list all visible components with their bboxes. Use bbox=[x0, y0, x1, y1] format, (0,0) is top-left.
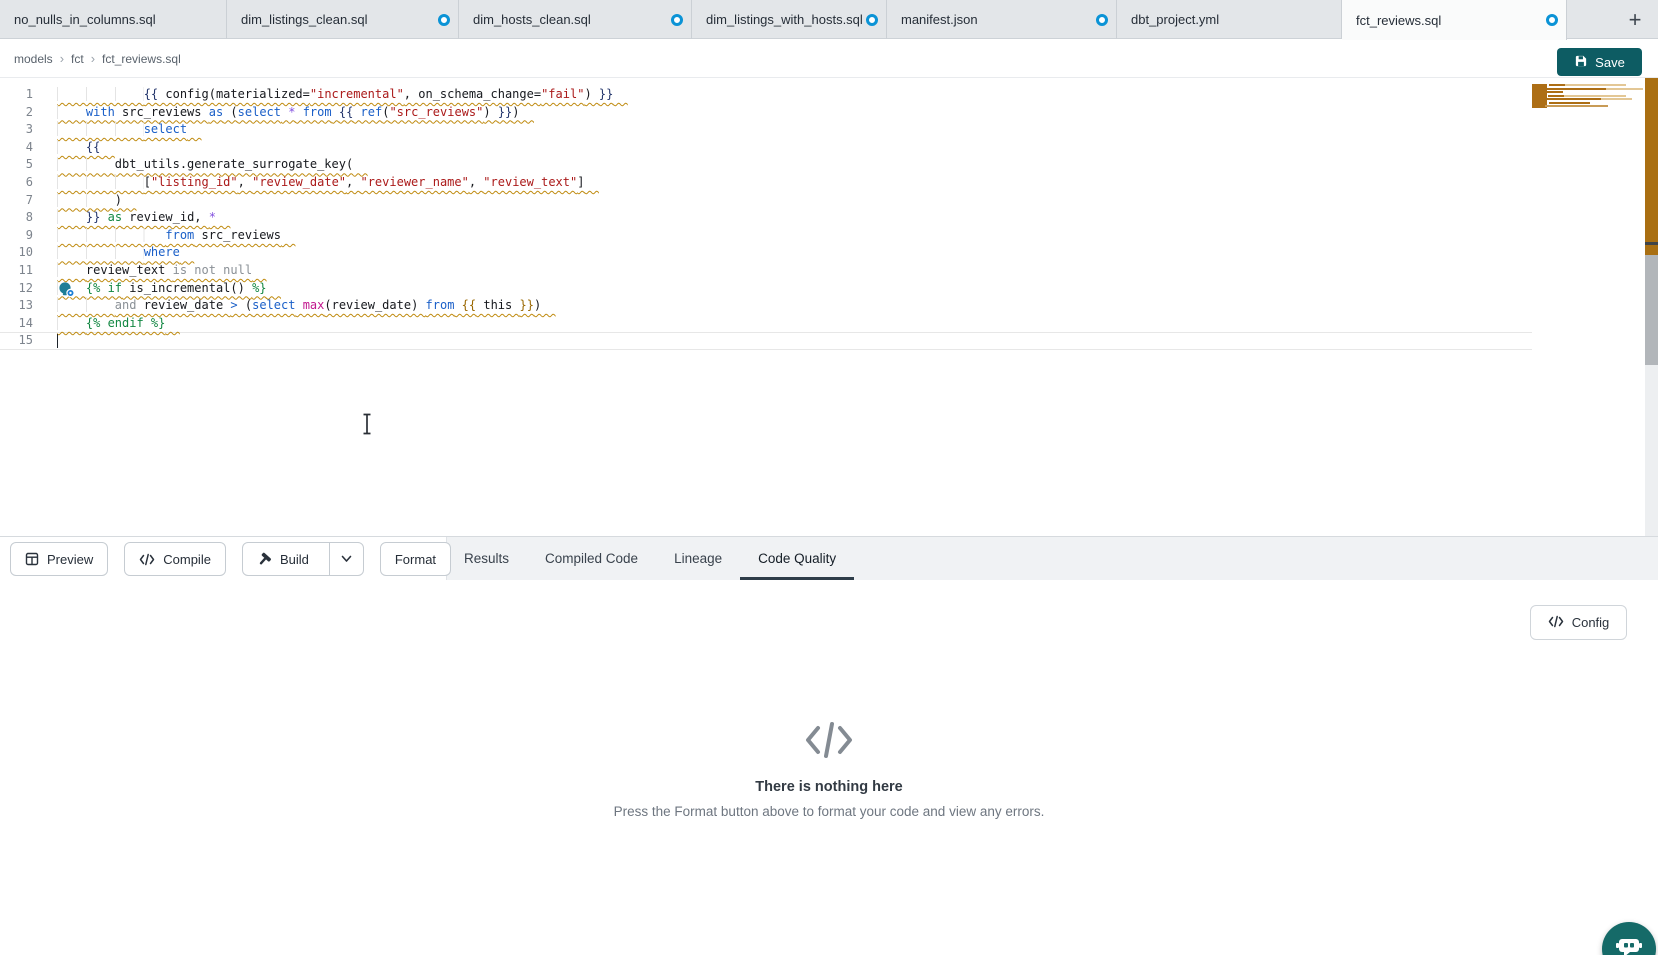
code-icon bbox=[1548, 615, 1564, 631]
build-button[interactable]: Build bbox=[242, 542, 364, 576]
tab-label: no_nulls_in_columns.sql bbox=[14, 12, 156, 27]
unsaved-dot-icon bbox=[671, 14, 683, 26]
breadcrumb: models › fct › fct_reviews.sql bbox=[14, 40, 181, 77]
config-button[interactable]: Config bbox=[1530, 605, 1627, 640]
compile-button[interactable]: Compile bbox=[124, 542, 226, 576]
build-dropdown-button[interactable] bbox=[329, 543, 363, 575]
code-line-12: {% if is_incremental() %} bbox=[57, 280, 281, 298]
code-slash-icon bbox=[0, 720, 1658, 765]
hammer-icon bbox=[257, 552, 272, 567]
code-line-9: from src_reviews bbox=[57, 227, 295, 245]
tab-fct-reviews-sql[interactable]: fct_reviews.sql bbox=[1342, 0, 1567, 40]
panel-content: Config There is nothing here Press the F… bbox=[0, 580, 1658, 955]
panel-tab-lineage[interactable]: Lineage bbox=[656, 537, 740, 580]
chatbot-icon bbox=[1615, 935, 1643, 955]
line-number: 8 bbox=[0, 209, 33, 227]
line-number: 11 bbox=[0, 262, 33, 280]
line-number: 3 bbox=[0, 121, 33, 139]
build-button-label: Build bbox=[280, 552, 309, 567]
unsaved-dot-icon bbox=[438, 14, 450, 26]
preview-button[interactable]: Preview bbox=[10, 542, 108, 576]
line-number: 13 bbox=[0, 297, 33, 315]
new-tab-button[interactable]: + bbox=[1612, 0, 1658, 39]
empty-state-subtitle: Press the Format button above to format … bbox=[0, 804, 1658, 819]
line-number: 6 bbox=[0, 174, 33, 192]
scrollbar-thumb[interactable] bbox=[1645, 255, 1658, 365]
line-number: 5 bbox=[0, 156, 33, 174]
breadcrumb-item-fct_reviews.sql[interactable]: fct_reviews.sql bbox=[102, 52, 181, 66]
breadcrumb-item-models[interactable]: models bbox=[14, 52, 53, 66]
format-button-label: Format bbox=[395, 552, 436, 567]
chevron-down-icon bbox=[341, 555, 352, 563]
code-action-lightbulb-icon[interactable] bbox=[58, 281, 78, 298]
tab-label: fct_reviews.sql bbox=[1356, 13, 1441, 28]
floppy-icon bbox=[1574, 54, 1588, 71]
tab-dbt-project-yml[interactable]: dbt_project.yml bbox=[1117, 0, 1342, 39]
panel-tab-compiled-code[interactable]: Compiled Code bbox=[527, 537, 656, 580]
tab-manifest-json[interactable]: manifest.json bbox=[887, 0, 1117, 39]
breadcrumb-separator: › bbox=[91, 51, 95, 66]
minimap[interactable] bbox=[1532, 84, 1645, 110]
breadcrumb-separator: › bbox=[60, 51, 64, 66]
line-number: 14 bbox=[0, 315, 33, 333]
code-line-13: and review_date > (select max(review_dat… bbox=[57, 297, 556, 315]
line-number: 10 bbox=[0, 244, 33, 262]
save-button-label: Save bbox=[1595, 55, 1625, 70]
tab-no-nulls-in-columns-sql[interactable]: no_nulls_in_columns.sql bbox=[0, 0, 227, 39]
empty-state: There is nothing here Press the Format b… bbox=[0, 720, 1658, 819]
unsaved-dot-icon bbox=[1546, 14, 1558, 26]
line-number: 9 bbox=[0, 227, 33, 245]
tab-label: dim_hosts_clean.sql bbox=[473, 12, 591, 27]
code-line-2: with src_reviews as (select * from {{ re… bbox=[57, 104, 534, 122]
line-number: 12 bbox=[0, 280, 33, 298]
grid-icon bbox=[25, 552, 39, 566]
scrollbar-cursor-mark bbox=[1645, 242, 1658, 245]
scrollbar-track bbox=[1645, 365, 1658, 536]
editor-tab-bar: no_nulls_in_columns.sql dim_listings_clea… bbox=[0, 0, 1658, 39]
unsaved-dot-icon bbox=[1096, 14, 1108, 26]
code-line-4: {{ bbox=[57, 139, 115, 157]
preview-button-label: Preview bbox=[47, 552, 93, 567]
code-line-11: review_text is not null bbox=[57, 262, 267, 280]
compile-button-label: Compile bbox=[163, 552, 211, 567]
line-number: 7 bbox=[0, 192, 33, 210]
config-button-label: Config bbox=[1572, 615, 1610, 630]
tab-dim-listings-with-hosts-sql[interactable]: dim_listings_with_hosts.sql bbox=[692, 0, 887, 39]
current-line-highlight bbox=[0, 332, 1532, 350]
tab-label: dbt_project.yml bbox=[1131, 12, 1219, 27]
code-line-6: ["listing_id", "review_date", "reviewer_… bbox=[57, 174, 599, 192]
code-line-10: where bbox=[57, 244, 194, 262]
chatbot-button[interactable] bbox=[1602, 922, 1656, 955]
code-line-3: select bbox=[57, 121, 202, 139]
breadcrumb-item-fct[interactable]: fct bbox=[71, 52, 84, 66]
tab-dim-hosts-clean-sql[interactable]: dim_hosts_clean.sql bbox=[459, 0, 692, 39]
code-editor[interactable]: 1 {{ config(materialized="incremental", … bbox=[0, 78, 1658, 536]
format-button[interactable]: Format bbox=[380, 542, 451, 576]
tab-label: dim_listings_with_hosts.sql bbox=[706, 12, 863, 27]
scrollbar-warning-marks bbox=[1645, 78, 1658, 255]
tab-label: dim_listings_clean.sql bbox=[241, 12, 367, 27]
code-icon bbox=[139, 553, 155, 566]
code-line-14: {% endif %} bbox=[57, 315, 180, 333]
breadcrumb-bar: models › fct › fct_reviews.sql bbox=[0, 40, 1658, 78]
empty-state-title: There is nothing here bbox=[0, 779, 1658, 795]
code-line-7: ) bbox=[57, 192, 136, 210]
save-button[interactable]: Save bbox=[1557, 48, 1642, 76]
unsaved-dot-icon bbox=[866, 14, 878, 26]
panel-tab-results[interactable]: Results bbox=[446, 537, 527, 580]
text-caret bbox=[57, 334, 59, 349]
code-line-8: }} as review_id, * bbox=[57, 209, 230, 227]
code-line-5: dbt_utils.generate_surrogate_key( bbox=[57, 156, 368, 174]
tab-label: manifest.json bbox=[901, 12, 978, 27]
code-line-1: {{ config(materialized="incremental", on… bbox=[57, 86, 628, 104]
panel-toolbar: Preview Compile Build Format ResultsCompile… bbox=[0, 536, 1658, 580]
mouse-ibeam-cursor bbox=[360, 412, 374, 436]
line-number: 4 bbox=[0, 139, 33, 157]
tab-dim-listings-clean-sql[interactable]: dim_listings_clean.sql bbox=[227, 0, 459, 39]
editor-scrollbar[interactable] bbox=[1645, 78, 1658, 536]
panel-tab-code-quality[interactable]: Code Quality bbox=[740, 537, 854, 580]
line-number: 1 bbox=[0, 86, 33, 104]
line-number: 15 bbox=[0, 332, 33, 350]
line-number: 2 bbox=[0, 104, 33, 122]
